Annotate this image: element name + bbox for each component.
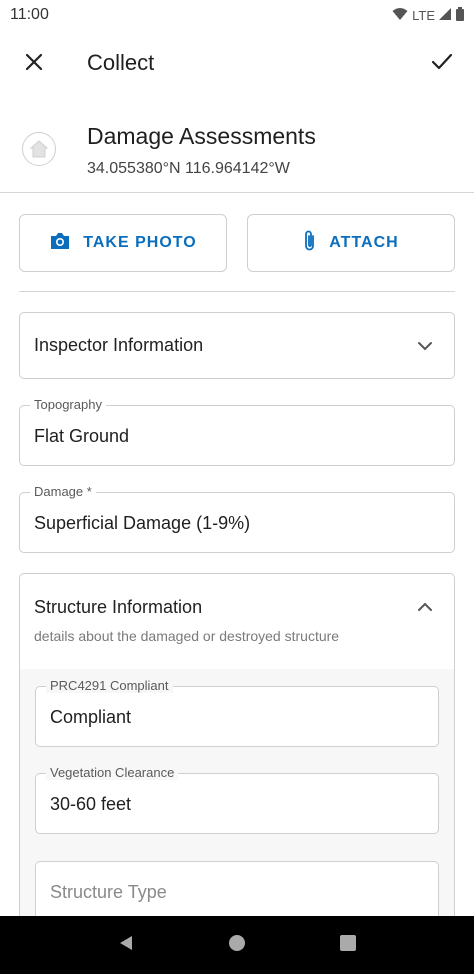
prc4291-value: Compliant: [50, 707, 132, 727]
page-title: Collect: [87, 50, 155, 75]
battery-icon: [456, 6, 464, 24]
vegetation-clearance-value: 30-60 feet: [50, 794, 132, 814]
structure-information-section: Structure Information details about the …: [19, 573, 455, 933]
signal-icon: [439, 7, 452, 24]
location-coordinates: 34.055380°N 116.964142°W: [87, 160, 290, 177]
inspector-section-title: Inspector Information: [34, 335, 204, 355]
topography-value: Flat Ground: [34, 426, 130, 446]
close-icon: [25, 53, 43, 76]
checkmark-icon: [431, 53, 453, 76]
system-navigation-bar: [0, 916, 474, 974]
layer-header: Damage Assessments 34.055380°N 116.96414…: [0, 115, 474, 193]
prc4291-label: PRC4291 Compliant: [46, 678, 173, 693]
house-icon: [22, 132, 56, 166]
home-icon[interactable]: [228, 934, 246, 957]
inspector-information-section[interactable]: Inspector Information: [19, 312, 455, 379]
status-bar: 11:00 LTE: [0, 0, 474, 30]
paperclip-icon: [303, 230, 317, 257]
attach-button[interactable]: ATTACH: [247, 214, 455, 272]
app-toolbar: Collect: [0, 38, 474, 90]
structure-section-description: details about the damaged or destroyed s…: [34, 628, 340, 644]
recents-icon[interactable]: [339, 934, 357, 957]
topography-field[interactable]: Topography Flat Ground: [19, 397, 455, 466]
vegetation-clearance-field[interactable]: Vegetation Clearance 30-60 feet: [35, 765, 439, 834]
damage-value: Superficial Damage (1-9%): [34, 513, 251, 533]
chevron-up-icon[interactable]: [416, 598, 434, 616]
wifi-icon: [392, 7, 408, 24]
attach-label: ATTACH: [329, 234, 399, 251]
damage-label: Damage *: [30, 484, 96, 499]
layer-title: Damage Assessments: [87, 123, 316, 149]
network-type: LTE: [412, 7, 435, 23]
prc4291-field[interactable]: PRC4291 Compliant Compliant: [35, 678, 439, 747]
vegetation-clearance-label: Vegetation Clearance: [46, 765, 179, 780]
topography-label: Topography: [30, 397, 106, 412]
take-photo-label: TAKE PHOTO: [83, 234, 197, 251]
status-time: 11:00: [10, 6, 49, 23]
structure-type-placeholder: Structure Type: [50, 882, 167, 902]
close-button[interactable]: [20, 50, 48, 78]
back-icon[interactable]: [117, 934, 135, 957]
camera-icon: [49, 232, 71, 255]
section-divider: [19, 291, 455, 292]
submit-button[interactable]: [428, 50, 456, 78]
damage-field[interactable]: Damage * Superficial Damage (1-9%): [19, 484, 455, 553]
chevron-down-icon[interactable]: [416, 337, 434, 355]
attachment-actions: TAKE PHOTO ATTACH: [19, 214, 455, 272]
status-icons: LTE: [392, 6, 464, 24]
take-photo-button[interactable]: TAKE PHOTO: [19, 214, 227, 272]
structure-section-title: Structure Information: [34, 597, 203, 617]
structure-fields-group: PRC4291 Compliant Compliant Vegetation C…: [20, 669, 454, 931]
